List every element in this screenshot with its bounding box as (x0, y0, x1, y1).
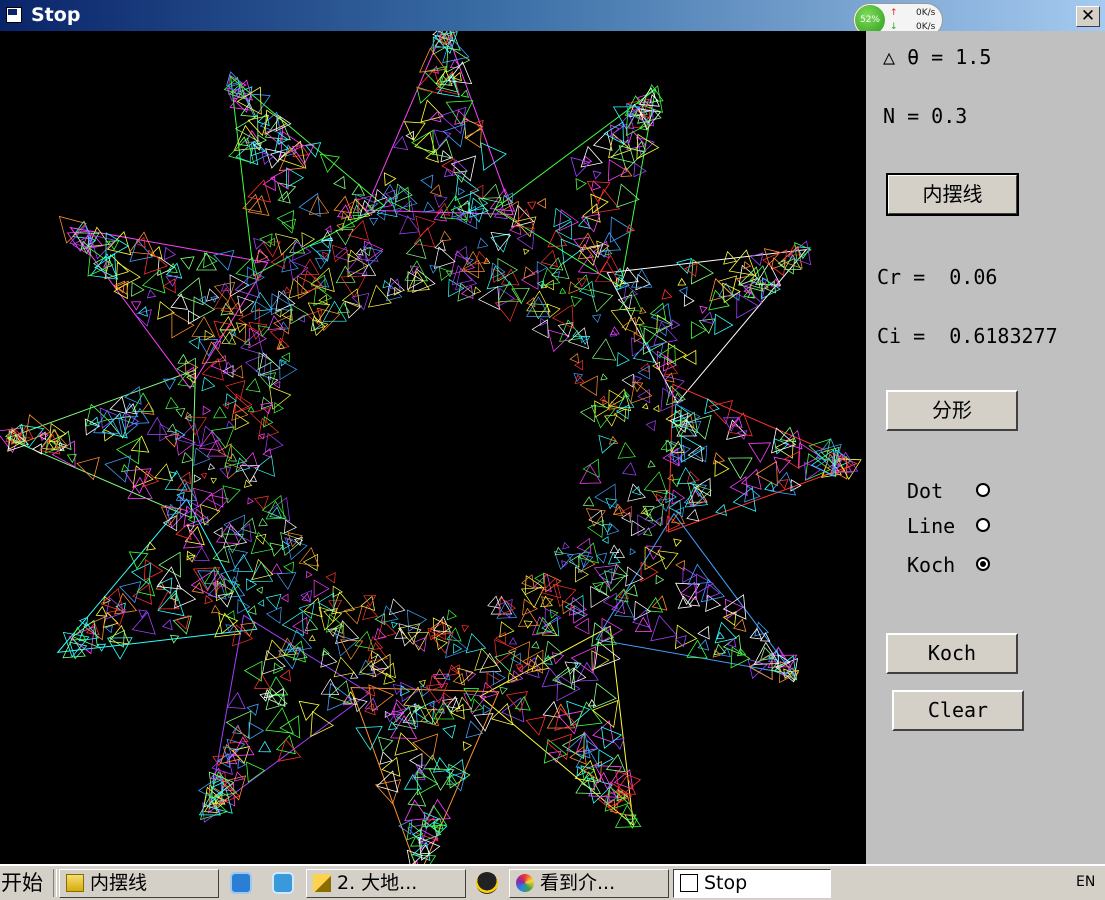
start-button[interactable]: 开始 (0, 868, 51, 898)
close-button[interactable]: ✕ (1076, 6, 1100, 27)
task-label: 2. 大地... (337, 872, 418, 894)
task-label: 内摆线 (90, 872, 148, 894)
radio-dot[interactable] (976, 483, 990, 497)
ci-label: Ci = 0.6183277 (877, 324, 1058, 348)
radio-label-line: Line (907, 514, 956, 538)
taskbar: 开始 内摆线 2. 大地... 看到介... Stop EN (0, 864, 1105, 900)
task-label: Stop (704, 872, 748, 894)
up-arrow-icon: ↑ (890, 8, 898, 18)
upload-speed: ↑ 0K/s (890, 8, 935, 18)
task-dadi[interactable]: 2. 大地... (306, 869, 466, 898)
task-hypocycloid-folder[interactable]: 内摆线 (59, 869, 219, 898)
fractal-button[interactable]: 分形 (886, 390, 1018, 431)
n-label: N = 0.3 (883, 104, 968, 128)
language-indicator[interactable]: EN (1076, 874, 1095, 890)
theta-label: △ θ = 1.5 (883, 45, 992, 69)
clear-button[interactable]: Clear (892, 690, 1024, 731)
window-icon (680, 874, 698, 892)
browser-icon[interactable] (230, 872, 252, 894)
radio-line[interactable] (976, 518, 990, 532)
control-panel: △ θ = 1.5 N = 0.3 内摆线 Cr = 0.06 Ci = 0.6… (866, 31, 1105, 864)
window-icon[interactable] (6, 7, 22, 23)
radio-label-dot: Dot (907, 479, 944, 503)
qq-icon[interactable] (476, 872, 498, 894)
folder-icon (66, 874, 84, 892)
radio-koch[interactable] (976, 557, 990, 571)
cr-label: Cr = 0.06 (877, 265, 998, 289)
colorwheel-icon (516, 874, 534, 892)
ie-icon[interactable] (272, 872, 294, 894)
drawing-canvas[interactable] (0, 31, 866, 864)
task-kandaojie[interactable]: 看到介... (509, 869, 669, 898)
koch-button[interactable]: Koch (886, 633, 1018, 674)
window-title: Stop (31, 4, 81, 26)
task-stop[interactable]: Stop (673, 869, 831, 898)
pencil-icon (313, 874, 331, 892)
radio-label-koch: Koch (907, 553, 956, 577)
hypocycloid-button[interactable]: 内摆线 (886, 173, 1019, 216)
upload-speed-value: 0K/s (916, 8, 936, 18)
koch-fractal-drawing (0, 31, 862, 864)
title-bar[interactable]: Stop 52% ↑ 0K/s ↓ 0K/s ✕ (0, 0, 1105, 37)
task-label: 看到介... (540, 872, 616, 894)
taskbar-separator (53, 869, 57, 897)
